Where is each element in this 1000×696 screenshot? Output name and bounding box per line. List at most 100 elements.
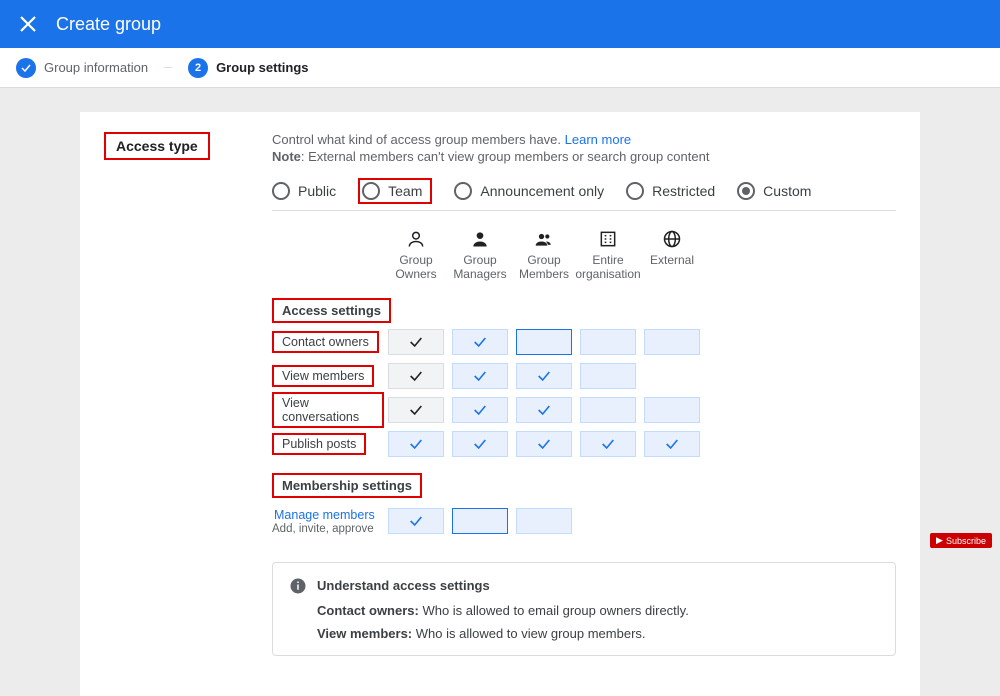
- permission-cell[interactable]: [452, 329, 508, 355]
- col-external: External: [640, 229, 704, 282]
- note-bold: Note: [272, 149, 301, 164]
- membership-settings-heading-row: Membership settings: [272, 473, 896, 498]
- membership-settings-heading: Membership settings: [272, 473, 422, 498]
- radio-team-highlight: Team: [358, 178, 432, 204]
- access-settings-heading-row: Access settings: [272, 298, 896, 323]
- radio-restricted[interactable]: Restricted: [626, 182, 715, 200]
- permission-cell[interactable]: [452, 397, 508, 423]
- col-owners: Group Owners: [384, 229, 448, 282]
- permission-cell[interactable]: [644, 329, 700, 355]
- row-view_conv: View conversations: [272, 395, 896, 425]
- permission-cell[interactable]: [388, 329, 444, 355]
- col-label: Entire organisation: [575, 253, 640, 282]
- step-num-badge: 2: [188, 58, 208, 78]
- row-label-col: View conversations: [272, 392, 384, 428]
- page-header: Create group: [0, 0, 1000, 48]
- row-contact: Contact owners: [272, 327, 896, 357]
- radio-team[interactable]: Team: [362, 182, 422, 200]
- permission-cell[interactable]: [644, 397, 700, 423]
- permission-cell[interactable]: [516, 431, 572, 457]
- radio-public[interactable]: Public: [272, 182, 336, 200]
- step-group-information[interactable]: Group information: [16, 58, 148, 78]
- info-view-members: View members: Who is allowed to view gro…: [317, 626, 879, 641]
- info-contact-owners: Contact owners: Who is allowed to email …: [317, 603, 879, 618]
- radio-icon: [362, 182, 380, 200]
- row-label-col: View members: [272, 365, 384, 387]
- col-label: Group Managers: [448, 253, 512, 282]
- row-label: View conversations: [272, 392, 384, 428]
- subscribe-label: Subscribe: [946, 536, 986, 546]
- radio-announcement[interactable]: Announcement only: [454, 182, 604, 200]
- person-outline-icon: [406, 229, 426, 249]
- page-body: Access type Control what kind of access …: [0, 88, 1000, 696]
- column-headers: Group Owners Group Managers Group Member…: [384, 229, 896, 282]
- stepper-bar: Group information 2 Group settings: [0, 48, 1000, 88]
- info-icon: [289, 577, 307, 595]
- radio-icon: [737, 182, 755, 200]
- row-label-col: Contact owners: [272, 331, 384, 353]
- row-publish: Publish posts: [272, 429, 896, 459]
- radio-icon: [454, 182, 472, 200]
- access-note: Note: External members can't view group …: [272, 149, 896, 164]
- section-content: Control what kind of access group member…: [272, 132, 896, 656]
- person-icon: [470, 229, 490, 249]
- section-label-col: Access type: [104, 132, 272, 656]
- note-text: : External members can't view group memb…: [301, 149, 710, 164]
- radio-custom[interactable]: Custom: [737, 182, 811, 200]
- permission-cell[interactable]: [516, 363, 572, 389]
- learn-more-link[interactable]: Learn more: [565, 132, 631, 147]
- stepper-divider: [164, 67, 172, 68]
- col-organisation: Entire organisation: [576, 229, 640, 282]
- col-label: External: [650, 253, 694, 267]
- info-contact-bold: Contact owners:: [317, 603, 419, 618]
- row-view_members: View members: [272, 361, 896, 391]
- manage-members-sub: Add, invite, approve: [272, 523, 384, 535]
- permission-cell[interactable]: [580, 431, 636, 457]
- youtube-subscribe-overlay[interactable]: ▶ Subscribe: [930, 533, 992, 548]
- info-members-text: Who is allowed to view group members.: [412, 626, 645, 641]
- building-icon: [598, 229, 618, 249]
- col-label: Group Members: [512, 253, 576, 282]
- permission-cell[interactable]: [580, 329, 636, 355]
- col-managers: Group Managers: [448, 229, 512, 282]
- access-type-radios: Public Team Announcement only: [272, 178, 896, 211]
- permissions-table: Group Owners Group Managers Group Member…: [272, 229, 896, 656]
- permission-cell[interactable]: [452, 431, 508, 457]
- permission-cell[interactable]: [516, 508, 572, 534]
- row-label-col: Manage members Add, invite, approve: [272, 507, 384, 535]
- people-icon: [534, 229, 554, 249]
- step-group-settings[interactable]: 2 Group settings: [188, 58, 308, 78]
- permission-cell[interactable]: [644, 431, 700, 457]
- radio-label: Restricted: [652, 183, 715, 199]
- access-settings-heading: Access settings: [272, 298, 391, 323]
- permission-cell[interactable]: [388, 397, 444, 423]
- permission-cell[interactable]: [580, 397, 636, 423]
- permission-cell[interactable]: [516, 329, 572, 355]
- understand-info-box: Understand access settings Contact owner…: [272, 562, 896, 656]
- permission-cell[interactable]: [580, 363, 636, 389]
- check-icon: [20, 62, 32, 74]
- permission-cell[interactable]: [388, 431, 444, 457]
- info-contact-text: Who is allowed to email group owners dir…: [419, 603, 689, 618]
- step-done-badge: [16, 58, 36, 78]
- step-label: Group information: [44, 60, 148, 75]
- radio-icon: [272, 182, 290, 200]
- permission-cell[interactable]: [452, 363, 508, 389]
- radio-label: Public: [298, 183, 336, 199]
- row-label: Contact owners: [272, 331, 379, 353]
- radio-icon: [626, 182, 644, 200]
- permission-cell[interactable]: [388, 363, 444, 389]
- row-label-col: Publish posts: [272, 433, 384, 455]
- info-members-bold: View members:: [317, 626, 412, 641]
- step-label: Group settings: [216, 60, 308, 75]
- close-button[interactable]: [16, 12, 40, 36]
- permission-cell[interactable]: [388, 508, 444, 534]
- permission-cell[interactable]: [452, 508, 508, 534]
- permission-cell[interactable]: [516, 397, 572, 423]
- row-label: Publish posts: [272, 433, 366, 455]
- radio-label: Announcement only: [480, 183, 604, 199]
- header-title: Create group: [56, 14, 161, 35]
- row-label: View members: [272, 365, 374, 387]
- col-label: Group Owners: [384, 253, 448, 282]
- row-manage-members: Manage members Add, invite, approve: [272, 502, 896, 540]
